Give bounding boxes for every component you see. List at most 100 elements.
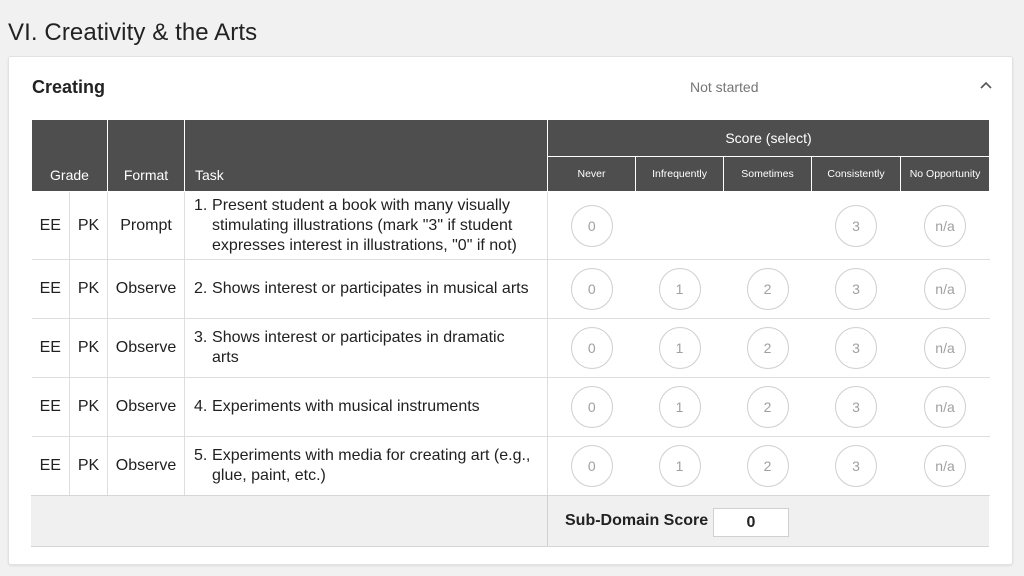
format-cell: Observe (107, 377, 186, 437)
score-option-3[interactable]: 3 (835, 268, 878, 310)
level-cell: PK (69, 436, 109, 496)
task-number: 1. (194, 196, 208, 214)
format-cell: Observe (107, 318, 186, 378)
level-cell: PK (69, 191, 109, 260)
table-row: EE PK Observe 3. Shows interest or parti… (31, 318, 990, 378)
score-option-1[interactable]: 1 (658, 445, 701, 487)
header-score-never: Never (547, 156, 637, 192)
section-title: VI. Creativity & the Arts (8, 19, 258, 46)
subdomain-score-label: Sub-Domain Score (565, 512, 709, 529)
score-option-1[interactable]: 1 (658, 386, 701, 428)
task-cell: 1. Present student a book with many visu… (184, 191, 549, 260)
grade-cell: EE (31, 191, 70, 260)
score-option-na[interactable]: n/a (924, 445, 967, 487)
score-option-0[interactable]: 0 (570, 445, 613, 487)
header-format: Format (107, 119, 186, 192)
score-option-3[interactable]: 3 (835, 327, 878, 369)
score-option-na[interactable]: n/a (924, 204, 967, 247)
card-header[interactable]: Creating Not started (9, 57, 1012, 119)
score-option-2[interactable]: 2 (746, 327, 789, 369)
task-text: Shows interest or participates in dramat… (212, 329, 505, 366)
task-number: 4. (194, 398, 208, 415)
score-option-na[interactable]: n/a (924, 268, 967, 310)
subdomain-score-value: 0 (713, 508, 789, 537)
card-title: Creating (32, 77, 106, 97)
score-cell-sometimes (723, 191, 812, 260)
table-row: EE PK Observe 4. Experiments with musica… (31, 377, 990, 437)
level-cell: PK (69, 318, 109, 378)
grade-cell: EE (31, 377, 70, 437)
score-cell-never: 0 (547, 191, 636, 260)
chevron-up-icon (980, 81, 992, 89)
score-cell-never: 0 (547, 259, 636, 319)
score-cell-infrequently: 1 (635, 436, 724, 496)
task-cell: 2. Shows interest or participates in mus… (184, 259, 549, 319)
score-cell-infrequently (635, 191, 724, 260)
grade-cell: EE (31, 436, 70, 496)
score-cell-consistently: 3 (811, 436, 901, 496)
footer-divider (547, 496, 548, 546)
task-number: 5. (194, 447, 208, 464)
task-text: Experiments with musical instruments (212, 398, 480, 415)
score-cell-consistently: 3 (811, 259, 901, 319)
score-option-na[interactable]: n/a (924, 327, 967, 369)
score-cell-never: 0 (547, 318, 636, 378)
task-number: 3. (194, 329, 208, 346)
header-score-infrequently: Infrequently (635, 156, 725, 192)
score-option-2[interactable]: 2 (746, 268, 789, 310)
score-option-0[interactable]: 0 (570, 386, 613, 428)
score-cell-infrequently: 1 (635, 377, 724, 437)
score-option-na[interactable]: n/a (924, 386, 967, 428)
score-option-3[interactable]: 3 (835, 445, 878, 487)
score-cell-no-opportunity: n/a (900, 191, 990, 260)
score-cell-never: 0 (547, 377, 636, 437)
subdomain-footer: Sub-Domain Score 0 (31, 495, 989, 547)
score-cell-consistently: 3 (811, 377, 901, 437)
header-grade: Grade (30, 119, 109, 192)
table-row: EE PK Observe 5. Experiments with media … (31, 436, 990, 496)
level-cell: PK (69, 259, 109, 319)
score-option-3[interactable]: 3 (835, 386, 878, 428)
header-score-consistently: Consistently (811, 156, 902, 192)
table-row: EE PK Observe 2. Shows interest or parti… (31, 259, 990, 319)
score-option-1[interactable]: 1 (658, 268, 701, 310)
score-cell-infrequently: 1 (635, 318, 724, 378)
domain-card: Creating Not started Grade Format Task S… (8, 56, 1013, 565)
assessment-table: Grade Format Task Score (select) Never I… (30, 119, 991, 496)
status-text: Not started (690, 79, 759, 95)
score-option-2[interactable]: 2 (746, 445, 789, 487)
score-cell-sometimes: 2 (723, 377, 812, 437)
table-row: EE PK Prompt 1. Present student a book w… (31, 191, 990, 260)
score-cell-infrequently: 1 (635, 259, 724, 319)
score-cell-sometimes: 2 (723, 318, 812, 378)
header-score-no-opportunity: No Opportunity (900, 156, 991, 192)
header-task: Task (184, 119, 549, 192)
format-cell: Observe (107, 436, 186, 496)
grade-cell: EE (31, 318, 70, 378)
score-option-0[interactable]: 0 (570, 327, 613, 369)
score-cell-no-opportunity: n/a (900, 377, 990, 437)
score-cell-consistently: 3 (811, 318, 901, 378)
task-text: Present student a book with many visuall… (212, 196, 517, 254)
format-cell: Prompt (107, 191, 186, 260)
format-cell: Observe (107, 259, 186, 319)
score-option-3[interactable]: 3 (835, 204, 878, 247)
score-cell-no-opportunity: n/a (900, 436, 990, 496)
score-option-0[interactable]: 0 (570, 268, 613, 310)
task-cell: 3. Shows interest or participates in dra… (184, 318, 549, 378)
score-option-0[interactable]: 0 (570, 204, 613, 247)
level-cell: PK (69, 377, 109, 437)
score-option-1[interactable]: 1 (658, 327, 701, 369)
task-text: Experiments with media for creating art … (212, 447, 531, 484)
header-score-sometimes: Sometimes (723, 156, 813, 192)
score-cell-never: 0 (547, 436, 636, 496)
grade-cell: EE (31, 259, 70, 319)
score-option-2[interactable]: 2 (746, 386, 789, 428)
collapse-button[interactable] (975, 74, 997, 96)
page: VI. Creativity & the Arts Creating Not s… (0, 0, 1024, 576)
score-cell-consistently: 3 (811, 191, 901, 260)
task-cell: 4. Experiments with musical instruments (184, 377, 549, 437)
score-cell-no-opportunity: n/a (900, 259, 990, 319)
header-score: Score (select) (547, 119, 991, 157)
task-number: 2. (194, 280, 208, 297)
